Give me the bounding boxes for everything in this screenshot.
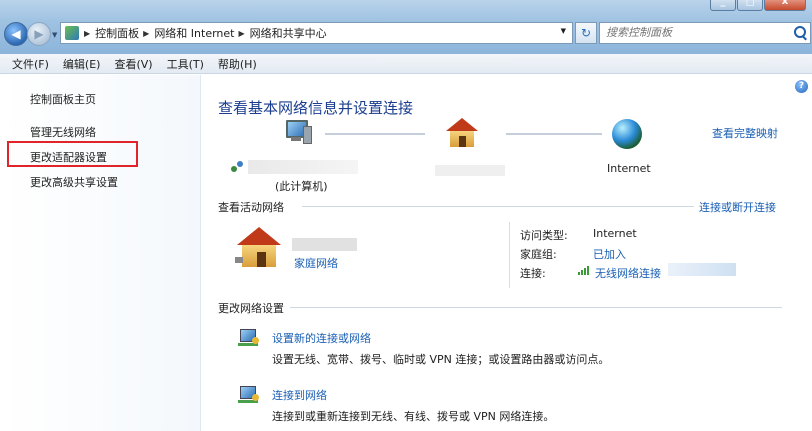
vertical-divider: [509, 222, 510, 288]
network-link-line: [325, 133, 425, 135]
address-bar[interactable]: ▶ 控制面板 ▶ 网络和 Internet ▶ 网络和共享中心 ▼: [60, 22, 573, 44]
setup-new-connection-link[interactable]: 设置新的连接或网络: [272, 330, 371, 346]
sidebar-item-control-panel-home[interactable]: 控制面板主页: [30, 91, 96, 107]
forward-button[interactable]: ▶: [27, 22, 51, 46]
globe-icon: [612, 119, 642, 149]
sidebar-item-advanced-sharing[interactable]: 更改高级共享设置: [30, 174, 118, 190]
active-network-name-redacted: [292, 238, 357, 251]
setup-new-connection-desc: 设置无线、宽带、拨号、临时或 VPN 连接；或设置路由器或访问点。: [272, 353, 610, 366]
sidebar-item-manage-wireless[interactable]: 管理无线网络: [30, 124, 96, 140]
connection-label: 连接:: [520, 267, 546, 280]
search-input[interactable]: [600, 23, 792, 41]
breadcrumb-network-internet[interactable]: 网络和 Internet: [154, 25, 234, 41]
wifi-name-redacted: [668, 263, 736, 276]
breadcrumb-control-panel[interactable]: 控制面板: [95, 25, 139, 41]
menu-help[interactable]: 帮助(H): [212, 56, 265, 72]
computer-name-redacted: [248, 160, 358, 174]
connect-to-network-link[interactable]: 连接到网络: [272, 387, 327, 403]
connect-network-icon: [238, 386, 260, 406]
menu-file[interactable]: 文件(F): [6, 56, 57, 72]
network-link-line: [506, 133, 602, 135]
homegroup-label: 家庭组:: [520, 248, 557, 261]
network-users-icon: [231, 161, 245, 173]
close-icon[interactable]: [764, 0, 806, 11]
menu-view[interactable]: 查看(V): [108, 56, 160, 72]
sidebar: 控制面板主页 管理无线网络 更改适配器设置 更改高级共享设置: [0, 75, 201, 431]
page-title: 查看基本网络信息并设置连接: [218, 99, 414, 117]
network-name-redacted: [435, 165, 505, 176]
breadcrumb-network-sharing-center[interactable]: 网络和共享中心: [250, 25, 327, 41]
home-network-icon: [235, 227, 281, 269]
history-dropdown-icon[interactable]: ▼: [52, 31, 57, 39]
section-divider: [290, 307, 782, 308]
change-settings-heading: 更改网络设置: [218, 302, 284, 315]
help-icon[interactable]: ?: [795, 80, 808, 93]
back-button[interactable]: ◀: [4, 22, 28, 46]
maximize-icon[interactable]: [737, 0, 763, 11]
view-full-map-link[interactable]: 查看完整映射: [712, 125, 778, 141]
search-icon[interactable]: [794, 26, 806, 38]
wifi-signal-icon: [578, 265, 592, 275]
window-titlebar: ◀ ▶ ▼ ▶ 控制面板 ▶ 网络和 Internet ▶ 网络和共享中心 ▼ …: [0, 0, 812, 54]
highlight-box: [7, 141, 138, 167]
menu-edit[interactable]: 编辑(E): [57, 56, 109, 72]
connect-to-network-desc: 连接到或重新连接到无线、有线、拨号或 VPN 网络连接。: [272, 410, 555, 423]
wireless-connection-link[interactable]: 无线网络连接: [595, 265, 661, 281]
new-connection-icon: [238, 329, 260, 349]
menu-bar: 文件(F) 编辑(E) 查看(V) 工具(T) 帮助(H): [0, 54, 812, 74]
breadcrumb-separator[interactable]: ▶: [239, 29, 245, 38]
computer-icon: [282, 120, 312, 146]
connect-disconnect-link[interactable]: 连接或断开连接: [699, 199, 776, 215]
homegroup-link[interactable]: 已加入: [593, 246, 626, 262]
back-arrow-icon: ◀: [11, 27, 21, 41]
internet-label: Internet: [607, 162, 651, 175]
network-type-link[interactable]: 家庭网络: [294, 255, 338, 271]
refresh-icon: ↻: [580, 26, 592, 40]
access-type-value: Internet: [593, 227, 637, 240]
active-networks-heading: 查看活动网络: [218, 201, 284, 214]
section-divider: [302, 206, 694, 207]
breadcrumb-separator[interactable]: ▶: [143, 29, 149, 38]
minimize-icon[interactable]: [710, 0, 736, 11]
menu-tools[interactable]: 工具(T): [161, 56, 212, 72]
this-computer-label: (此计算机): [275, 180, 328, 193]
breadcrumb-separator[interactable]: ▶: [84, 29, 90, 38]
address-dropdown-icon[interactable]: ▼: [561, 27, 566, 35]
refresh-button[interactable]: ↻: [575, 22, 597, 44]
access-type-label: 访问类型:: [520, 229, 568, 242]
window-controls: [710, 0, 806, 12]
forward-arrow-icon: ▶: [34, 27, 44, 41]
search-box[interactable]: [599, 22, 811, 44]
home-network-icon: [446, 118, 478, 148]
control-panel-icon: [65, 26, 79, 40]
